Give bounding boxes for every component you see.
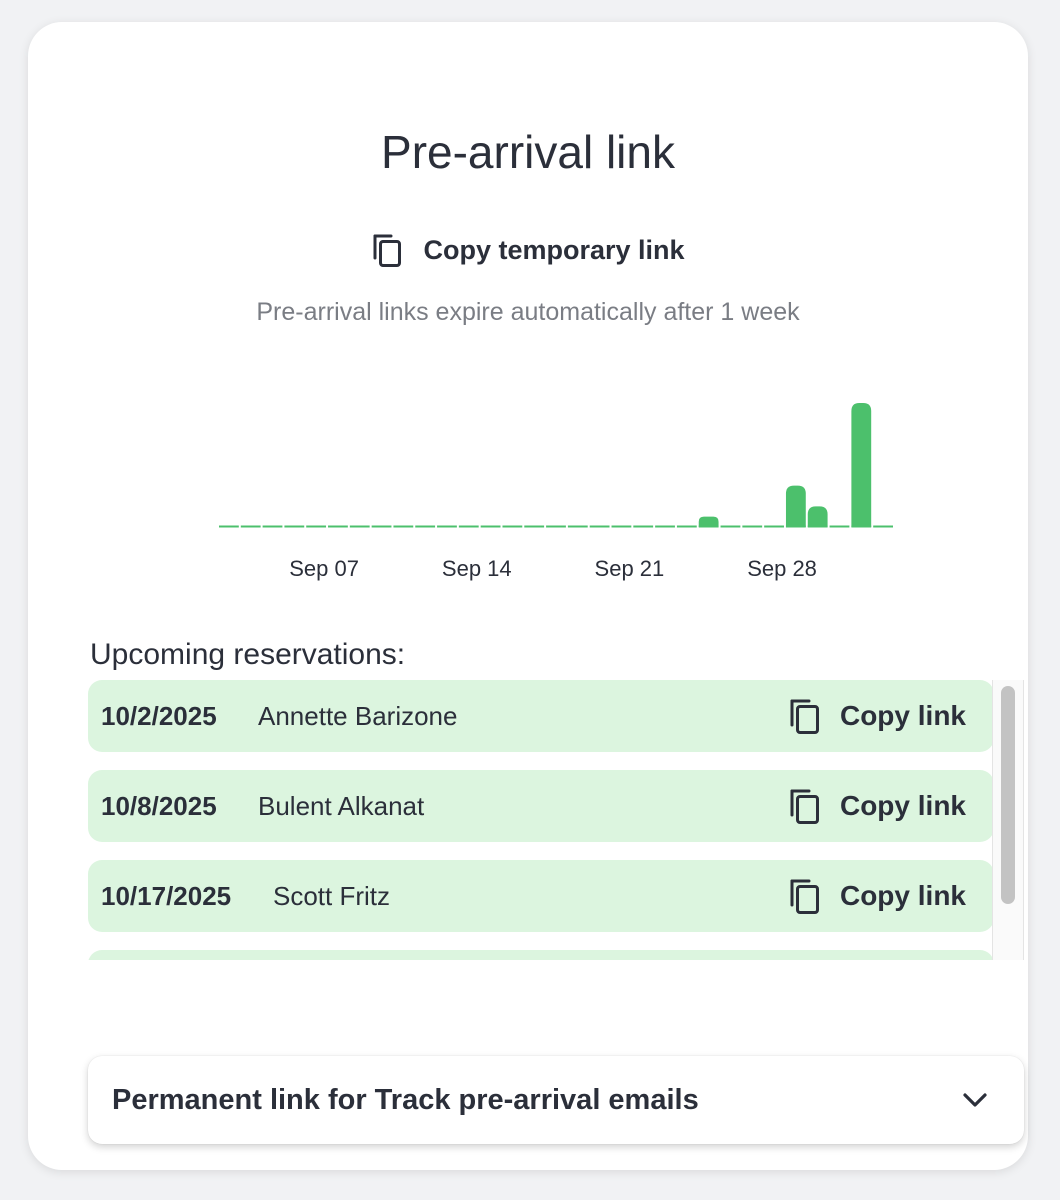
guest-name: Scott Fritz — [273, 880, 391, 911]
copy-temporary-link-button[interactable]: Copy temporary link — [28, 232, 1028, 268]
copy-link-button[interactable]: Copy link — [788, 860, 966, 932]
scrollbar-thumb[interactable] — [1001, 686, 1015, 904]
reservation-date: 10/2/2025 — [101, 700, 217, 731]
upcoming-reservations-label: Upcoming reservations: — [90, 638, 406, 671]
copy-temporary-link-label: Copy temporary link — [423, 234, 685, 265]
chart-x-tick-label: Sep 14 — [442, 556, 512, 581]
chart-bar — [698, 516, 719, 527]
copy-icon — [788, 787, 822, 825]
reservation-row: 10/2/2025 Annette Barizone Copy link — [88, 680, 994, 752]
page-title: Pre-arrival link — [381, 126, 675, 178]
scrollbar-track[interactable] — [992, 680, 1024, 960]
reservation-row: 10/8/2025 Bulent Alkanat Copy link — [88, 770, 994, 842]
copy-icon — [371, 232, 405, 268]
copy-icon — [788, 697, 822, 735]
reservation-date: 10/17/2025 — [101, 880, 232, 911]
expiry-note: Pre-arrival links expire automatically a… — [256, 298, 800, 326]
links-bar-chart: Sep 07 Sep 14 Sep 21 Sep 28 — [218, 392, 894, 592]
copy-link-label: Copy link — [839, 700, 966, 731]
chart-bar — [807, 506, 828, 527]
copy-link-label: Copy link — [839, 880, 966, 911]
chart-bar — [785, 485, 806, 527]
chart-svg: Sep 07 Sep 14 Sep 21 Sep 28 — [219, 403, 893, 581]
pre-arrival-card: Pre-arrival link Copy temporary link Pre… — [28, 22, 1028, 1170]
permanent-link-accordion[interactable]: Permanent link for Track pre-arrival ema… — [88, 1056, 1024, 1144]
permanent-link-label: Permanent link for Track pre-arrival ema… — [112, 1083, 699, 1116]
chart-x-tick-label: Sep 07 — [289, 556, 359, 581]
chart-x-tick-label: Sep 21 — [595, 556, 665, 581]
reservation-row: 10/17/2025 Scott Fritz Copy link — [88, 860, 994, 932]
guest-name: Annette Barizone — [258, 700, 458, 731]
chart-bar — [851, 403, 872, 527]
copy-link-button[interactable]: Copy link — [788, 680, 966, 752]
reservation-row-partial — [88, 950, 994, 960]
guest-name: Bulent Alkanat — [258, 790, 425, 821]
chevron-down-icon — [962, 1092, 988, 1108]
reservation-date: 10/8/2025 — [101, 790, 217, 821]
copy-icon — [788, 877, 822, 915]
reservations-list[interactable]: 10/2/2025 Annette Barizone Copy link 10/… — [88, 680, 1024, 960]
copy-link-label: Copy link — [839, 790, 966, 821]
chart-x-tick-label: Sep 28 — [747, 556, 817, 581]
copy-link-button[interactable]: Copy link — [788, 770, 966, 842]
